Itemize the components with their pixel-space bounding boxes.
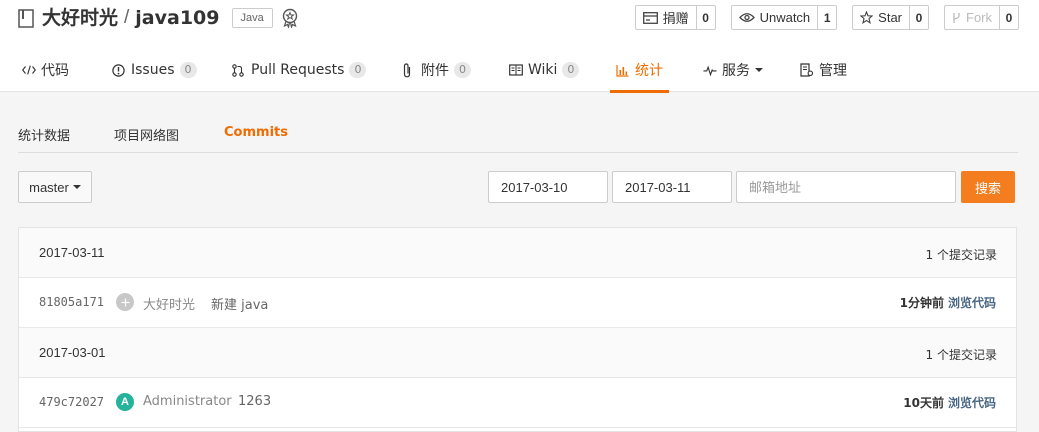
donate-label: 捐赠 bbox=[662, 11, 689, 26]
tab-code[interactable]: 代码 bbox=[22, 48, 69, 92]
issues-count: 0 bbox=[179, 62, 197, 78]
donate-count[interactable]: 0 bbox=[697, 6, 715, 29]
commit-time: 10天前 bbox=[903, 396, 944, 410]
star-button[interactable]: Star 0 bbox=[852, 5, 929, 30]
wallet-icon bbox=[642, 11, 658, 24]
repo-nav: 代码 Issues 0 Pull Requests 0 附件 0 Wiki 0 … bbox=[0, 48, 1039, 93]
subtab-stats-data[interactable]: 统计数据 bbox=[18, 125, 70, 144]
repo-header: 大好时光 / java109 Java 捐赠 0 Unwatch 1 Star bbox=[0, 0, 1039, 93]
code-icon bbox=[22, 63, 36, 77]
branch-select-value: master bbox=[29, 179, 69, 195]
tab-settings[interactable]: 管理 bbox=[800, 48, 847, 92]
commit-day-count: 1 个提交记录 bbox=[925, 348, 997, 362]
commits-list: 2017-03-11 1 个提交记录 81805a171 大好时光 新建 jav… bbox=[18, 227, 1017, 432]
tab-issues[interactable]: Issues 0 bbox=[112, 48, 197, 92]
repo-actions: 捐赠 0 Unwatch 1 Star 0 Fork 0 bbox=[634, 5, 1019, 30]
commit-time: 1分钟前 bbox=[899, 296, 944, 310]
subtab-network-graph[interactable]: 项目网络图 bbox=[114, 125, 179, 144]
avatar[interactable]: A bbox=[116, 393, 134, 411]
commit-day-date: 2017-03-11 bbox=[39, 245, 105, 260]
tab-pull-requests[interactable]: Pull Requests 0 bbox=[232, 48, 367, 92]
repo-name-link[interactable]: java109 bbox=[135, 5, 219, 31]
commit-author[interactable]: 大好时光 bbox=[143, 294, 195, 313]
commit-day-header: 2017-03-11 1 个提交记录 bbox=[19, 228, 1016, 278]
fork-button[interactable]: Fork 0 bbox=[944, 5, 1019, 30]
email-input[interactable] bbox=[736, 171, 956, 203]
pull-requests-count: 0 bbox=[349, 62, 367, 78]
commit-day-date: 2017-03-01 bbox=[39, 345, 106, 360]
settings-doc-icon bbox=[800, 63, 814, 77]
subtab-commits[interactable]: Commits bbox=[224, 125, 288, 140]
commit-row: 479c72027 A Administrator 1263 10天前 浏览代码 bbox=[19, 378, 1016, 428]
language-badge[interactable]: Java bbox=[231, 8, 273, 28]
fork-icon bbox=[953, 12, 960, 23]
repo-owner-link[interactable]: 大好时光 bbox=[42, 5, 118, 31]
attachments-count: 0 bbox=[454, 62, 471, 78]
info-icon bbox=[112, 63, 126, 77]
book-icon bbox=[509, 63, 523, 77]
tab-wiki[interactable]: Wiki 0 bbox=[509, 48, 580, 92]
star-icon bbox=[860, 11, 874, 24]
donate-button[interactable]: 捐赠 0 bbox=[634, 5, 716, 30]
chevron-down-icon bbox=[755, 68, 763, 72]
fork-label: Fork bbox=[966, 10, 992, 25]
fork-count[interactable]: 0 bbox=[1000, 6, 1018, 29]
commit-row: 81805a171 大好时光 新建 java 1分钟前 浏览代码 bbox=[19, 278, 1016, 328]
eye-icon bbox=[738, 13, 755, 22]
unwatch-button[interactable]: Unwatch 1 bbox=[730, 5, 838, 30]
tab-stats[interactable]: 统计 bbox=[610, 48, 669, 93]
avatar[interactable] bbox=[116, 293, 134, 311]
stats-subtabs: 统计数据 项目网络图 Commits bbox=[18, 114, 1018, 153]
end-date-input[interactable] bbox=[612, 171, 732, 203]
unwatch-label: Unwatch bbox=[759, 10, 811, 25]
pulse-icon bbox=[703, 63, 717, 77]
start-date-input[interactable] bbox=[488, 171, 608, 203]
chevron-down-icon bbox=[72, 185, 81, 189]
tab-attachments[interactable]: 附件 0 bbox=[402, 48, 471, 92]
search-button[interactable]: 搜索 bbox=[961, 171, 1015, 203]
star-label: Star bbox=[878, 10, 902, 25]
paperclip-icon bbox=[402, 62, 416, 77]
browse-code-link[interactable]: 浏览代码 bbox=[948, 294, 996, 311]
bar-chart-icon bbox=[616, 63, 630, 77]
commit-sha-link[interactable]: 479c72027 bbox=[39, 395, 104, 409]
commit-author[interactable]: Administrator bbox=[143, 394, 232, 409]
commit-message[interactable]: 1263 bbox=[238, 394, 271, 409]
commit-day-header: 2017-03-01 1 个提交记录 bbox=[19, 328, 1016, 378]
watch-count[interactable]: 1 bbox=[818, 6, 836, 29]
repository-icon bbox=[18, 8, 36, 28]
repo-separator: / bbox=[124, 7, 130, 28]
tab-services[interactable]: 服务 bbox=[703, 48, 763, 92]
commit-message[interactable]: 新建 java bbox=[211, 294, 268, 313]
star-count[interactable]: 0 bbox=[910, 6, 928, 29]
commit-day-count: 1 个提交记录 bbox=[925, 248, 997, 262]
commit-sha-link[interactable]: 81805a171 bbox=[39, 295, 104, 309]
pull-request-icon bbox=[232, 63, 246, 77]
repo-title: 大好时光 / java109 Java bbox=[18, 5, 301, 31]
branch-select[interactable]: master bbox=[18, 171, 92, 203]
award-icon[interactable] bbox=[281, 7, 301, 29]
browse-code-link[interactable]: 浏览代码 bbox=[948, 394, 996, 411]
wiki-count: 0 bbox=[562, 62, 580, 78]
